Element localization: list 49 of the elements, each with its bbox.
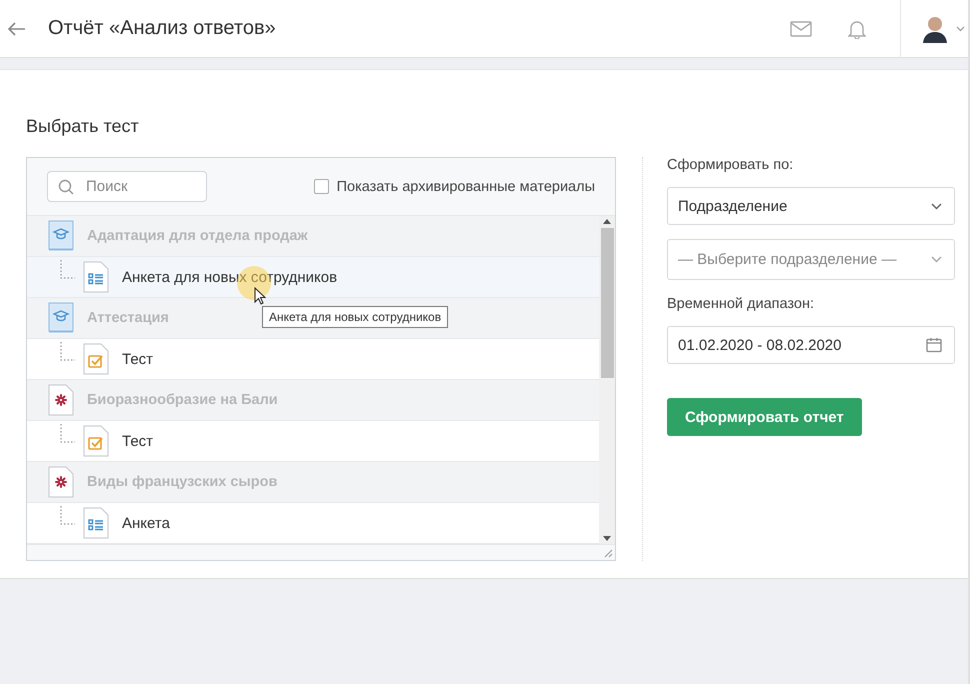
tree-connector — [60, 342, 76, 362]
search-icon — [58, 179, 74, 195]
chevron-down-icon — [931, 256, 942, 263]
resize-handle-icon[interactable] — [604, 549, 613, 558]
checklist-document-icon — [83, 343, 109, 375]
tree-item-row[interactable]: Анкета для новых сотрудников — [27, 257, 599, 298]
page-title: Отчёт «Анализ ответов» — [48, 17, 276, 40]
chevron-down-icon — [931, 202, 942, 210]
scrollbar[interactable] — [599, 216, 615, 544]
item-label: Тест — [122, 432, 154, 450]
mail-icon[interactable] — [790, 20, 812, 36]
scroll-up-icon[interactable] — [603, 219, 611, 224]
tree-connector — [60, 424, 76, 444]
item-label: Тест — [122, 350, 154, 368]
calendar-icon[interactable] — [926, 337, 942, 353]
checkbox[interactable] — [314, 179, 329, 194]
back-arrow-icon[interactable] — [8, 22, 26, 36]
document-icon — [48, 384, 74, 416]
group-label: Биоразнообразие на Бали — [87, 392, 278, 408]
tree-item-row[interactable]: Тест — [27, 339, 599, 380]
avatar[interactable] — [922, 14, 948, 42]
scroll-down-icon[interactable] — [603, 536, 611, 541]
unit-select[interactable]: — Выберите подразделение — — [667, 239, 955, 280]
tree-item-row[interactable]: Тест — [27, 421, 599, 462]
tree-item-row[interactable]: Анкета — [27, 503, 599, 544]
group-label: Виды французских сыров — [87, 474, 278, 490]
mouse-cursor-icon — [254, 287, 266, 305]
date-range-label: Временной диапазон: — [667, 296, 816, 312]
item-label: Анкета для новых сотрудников — [122, 268, 338, 286]
item-label: Анкета — [122, 514, 170, 532]
tooltip: Анкета для новых сотрудников — [262, 306, 448, 328]
graduation-cap-icon — [48, 302, 74, 334]
list-document-icon — [83, 507, 109, 539]
bell-icon[interactable] — [848, 18, 866, 38]
section-title: Выбрать тест — [26, 116, 140, 137]
tree-connector — [60, 260, 76, 280]
list-document-icon — [83, 261, 109, 293]
tree-connector — [60, 506, 76, 526]
graduation-cap-icon — [48, 220, 74, 252]
date-range-field[interactable]: 01.02.2020 - 08.02.2020 — [667, 326, 955, 364]
checklist-document-icon — [83, 425, 109, 457]
group-by-select[interactable]: Подразделение — [667, 187, 955, 225]
group-label: Адаптация для отдела продаж — [87, 228, 308, 244]
document-icon — [48, 466, 74, 498]
checkbox-label[interactable]: Показать архивированные материалы — [336, 178, 595, 194]
group-label: Аттестация — [87, 310, 169, 326]
search-field[interactable]: Поиск — [47, 171, 207, 202]
group-by-label: Сформировать по: — [667, 157, 794, 173]
chevron-down-icon[interactable] — [956, 26, 965, 32]
